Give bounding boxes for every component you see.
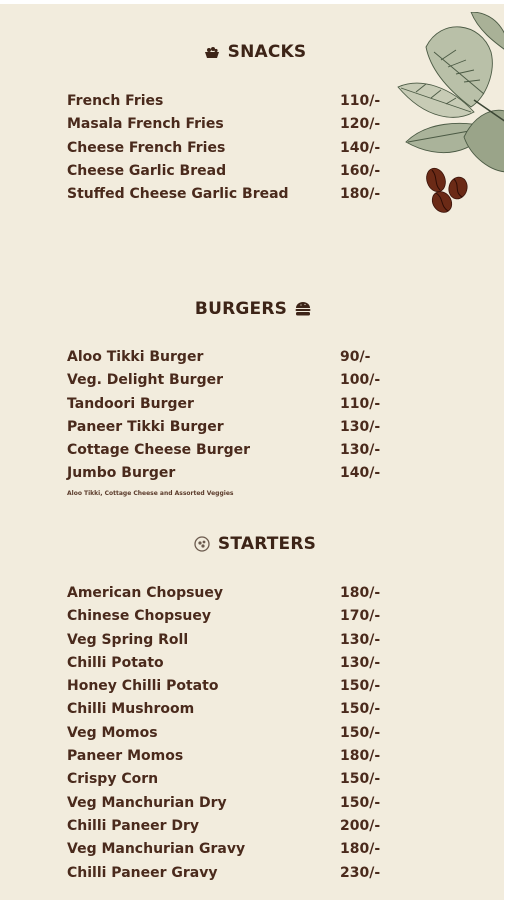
item-name: Cheese French Fries: [67, 139, 226, 156]
item-name: Paneer Tikki Burger: [67, 418, 224, 435]
item-name: Veg Manchurian Gravy: [67, 841, 246, 858]
item-price: 180/-: [340, 585, 381, 601]
burgers-list: Aloo Tikki Burger 90/- Veg. Delight Burg…: [67, 346, 397, 486]
item-price: 230/-: [340, 864, 381, 881]
menu-item: Jumbo Burger 140/-: [67, 462, 397, 485]
item-name: Honey Chilli Potato: [67, 678, 219, 695]
item-price: 150/-: [340, 678, 381, 695]
item-price: 150/-: [340, 794, 381, 811]
item-price: 160/-: [340, 162, 381, 179]
item-name: Masala French Fries: [67, 116, 224, 133]
snack-bowl-icon: [202, 42, 222, 62]
menu-item: Chilli Paneer Gravy 230/-: [67, 862, 397, 885]
item-name: Veg Manchurian Dry: [67, 794, 227, 811]
item-price: 180/-: [340, 748, 381, 765]
item-price: 140/-: [340, 465, 381, 482]
item-price: 150/-: [340, 771, 381, 788]
item-name: American Chopsuey: [67, 585, 224, 601]
menu-item: Chilli Potato 130/-: [67, 652, 397, 675]
menu-item: Veg Spring Roll 130/-: [67, 629, 397, 652]
menu-item: Masala French Fries 120/-: [67, 113, 397, 136]
item-name: Chilli Mushroom: [67, 701, 195, 718]
item-name: Aloo Tikki Burger: [67, 349, 204, 365]
menu-item: Paneer Tikki Burger 130/-: [67, 416, 397, 439]
menu-page: SNACKS French Fries 110/- Masala French …: [0, 0, 508, 900]
burger-icon: [293, 299, 313, 319]
starters-list: American Chopsuey 180/- Chinese Chopsuey…: [67, 582, 397, 885]
item-price: 110/-: [340, 93, 381, 109]
item-price: 180/-: [340, 186, 381, 203]
menu-item: Chilli Paneer Dry 200/-: [67, 815, 397, 838]
item-price: 180/-: [340, 841, 381, 858]
starters-title: STARTERS: [217, 534, 317, 554]
item-name: French Fries: [67, 93, 164, 109]
item-price: 130/-: [340, 654, 381, 671]
item-price: 130/-: [340, 631, 381, 648]
item-name: Chinese Chopsuey: [67, 608, 212, 625]
menu-item: Veg Manchurian Gravy 180/-: [67, 838, 397, 861]
item-name: Chilli Paneer Gravy: [67, 864, 218, 881]
menu-item: Crispy Corn 150/-: [67, 768, 397, 791]
snacks-heading: SNACKS: [0, 42, 508, 62]
menu-item: Cottage Cheese Burger 130/-: [67, 439, 397, 462]
menu-item: Chinese Chopsuey 170/-: [67, 605, 397, 628]
menu-item: American Chopsuey 180/-: [67, 582, 397, 605]
burgers-heading: BURGERS: [0, 299, 508, 319]
menu-item: Tandoori Burger 110/-: [67, 393, 397, 416]
item-name: Tandoori Burger: [67, 395, 194, 412]
item-name: Veg Momos: [67, 724, 158, 741]
item-price: 170/-: [340, 608, 381, 625]
item-name: Crispy Corn: [67, 771, 159, 788]
item-price: 120/-: [340, 116, 381, 133]
item-price: 110/-: [340, 395, 381, 412]
item-name: Chilli Paneer Dry: [67, 817, 200, 834]
starter-plate-icon: [192, 534, 212, 554]
item-price: 130/-: [340, 442, 381, 459]
menu-item: Chilli Mushroom 150/-: [67, 698, 397, 721]
snacks-list: French Fries 110/- Masala French Fries 1…: [67, 90, 397, 206]
menu-item: Aloo Tikki Burger 90/-: [67, 346, 397, 369]
menu-item: Veg Manchurian Dry 150/-: [67, 792, 397, 815]
menu-item: French Fries 110/-: [67, 90, 397, 113]
burgers-title: BURGERS: [194, 299, 288, 319]
item-price: 90/-: [340, 349, 371, 365]
menu-item: Paneer Momos 180/-: [67, 745, 397, 768]
item-price: 100/-: [340, 372, 381, 389]
item-price: 140/-: [340, 139, 381, 156]
item-name: Paneer Momos: [67, 748, 184, 765]
item-price: 150/-: [340, 724, 381, 741]
item-name: Jumbo Burger: [67, 465, 176, 482]
item-name: Stuffed Cheese Garlic Bread: [67, 186, 289, 203]
snacks-title: SNACKS: [227, 42, 307, 62]
jumbo-burger-note: Aloo Tikki, Cottage Cheese and Assorted …: [67, 490, 234, 497]
menu-item: Veg Momos 150/-: [67, 722, 397, 745]
menu-item: Cheese Garlic Bread 160/-: [67, 160, 397, 183]
item-price: 150/-: [340, 701, 381, 718]
menu-item: Stuffed Cheese Garlic Bread 180/-: [67, 183, 397, 206]
item-price: 130/-: [340, 418, 381, 435]
starters-heading: STARTERS: [0, 534, 508, 554]
page-edge: [504, 4, 508, 900]
item-price: 200/-: [340, 817, 381, 834]
menu-item: Veg. Delight Burger 100/-: [67, 369, 397, 392]
item-name: Veg. Delight Burger: [67, 372, 224, 389]
item-name: Cheese Garlic Bread: [67, 162, 227, 179]
item-name: Chilli Potato: [67, 654, 164, 671]
item-name: Cottage Cheese Burger: [67, 442, 251, 459]
menu-item: Cheese French Fries 140/-: [67, 137, 397, 160]
menu-item: Honey Chilli Potato 150/-: [67, 675, 397, 698]
item-name: Veg Spring Roll: [67, 631, 189, 648]
